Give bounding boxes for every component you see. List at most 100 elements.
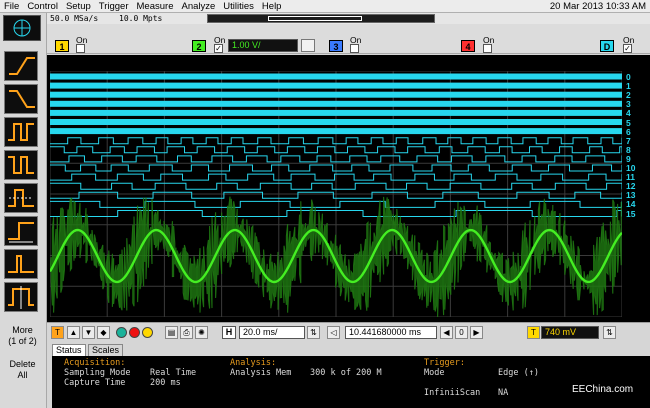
acquisition-heading: Acquisition: <box>64 358 126 368</box>
edge-falling-icon <box>9 90 35 108</box>
channel-2-offset-button[interactable] <box>301 39 315 52</box>
save-icon[interactable]: ▤ <box>165 326 178 339</box>
acquisition-header: 50.0 MSa/s 10.0 Mpts <box>47 13 650 24</box>
digital-label-15: 15 <box>626 208 636 219</box>
channel-1-checkbox[interactable] <box>76 44 85 53</box>
trigger-level-stepper[interactable]: ⇅ <box>603 326 616 339</box>
menu-control[interactable]: Control <box>23 0 62 13</box>
status-panel: Acquisition: Sampling Mode Real Time Cap… <box>52 356 650 408</box>
waveform-display[interactable]: 0 1 2 3 4 5 6 7 8 9 10 11 12 13 14 15 <box>47 55 650 322</box>
digital-channels-button[interactable]: D <box>600 40 614 52</box>
menu-utilities[interactable]: Utilities <box>219 0 258 13</box>
sample-rate: 50.0 MSa/s <box>50 14 99 23</box>
channel-4-button[interactable]: 4 <box>461 40 475 52</box>
horizontal-label[interactable]: H <box>222 326 236 339</box>
menu-bar: File Control Setup Trigger Measure Analy… <box>0 0 650 13</box>
channel-1-button[interactable]: 1 <box>55 40 69 52</box>
memory-overview-bar[interactable] <box>207 14 435 23</box>
sampling-mode-label: Sampling Mode <box>64 368 131 378</box>
infiniiscan-value: NA <box>498 388 509 398</box>
pulse-positive-icon <box>8 123 34 141</box>
analysis-mem-value: 300 k of 200 M <box>310 368 382 378</box>
sampling-mode-value: Real Time <box>150 368 197 378</box>
trigger-marker-icon[interactable]: T <box>51 326 64 339</box>
timeout-trigger-button[interactable] <box>4 216 38 246</box>
menu-file[interactable]: File <box>0 0 23 13</box>
digital-checkbox[interactable]: ✓ <box>623 44 632 53</box>
digital-trace-6 <box>50 128 622 135</box>
trigger-level-field[interactable]: 740 mV <box>541 326 599 339</box>
channel-4-checkbox[interactable] <box>483 44 492 53</box>
print-icon[interactable]: ⎙ <box>180 326 193 339</box>
single-button[interactable] <box>142 327 153 338</box>
channel-2-scale[interactable]: 1.00 V/ <box>228 39 298 52</box>
channel-bar: 1 On 2 On ✓ 1.00 V/ 3 On 4 On D On ✓ <box>47 24 650 54</box>
bottom-control-bar: T ▲ ▼ ◆ ▤ ⎙ ✺ H 20.0 ms/ ⇅ ◁ 10.44168000… <box>47 322 650 341</box>
channel-2-button[interactable]: 2 <box>192 40 206 52</box>
stop-button[interactable] <box>129 327 140 338</box>
capture-time-label: Capture Time <box>64 378 126 388</box>
trigger-heading: Trigger: <box>424 358 465 368</box>
scope-logo-icon <box>13 19 31 37</box>
infiniiscan-label: InfiniiScan <box>424 388 481 398</box>
digital-trace-0 <box>50 73 622 80</box>
timebase-field[interactable]: 20.0 ms/ <box>239 326 305 339</box>
setup-hold-trigger-button[interactable] <box>4 282 38 312</box>
edge-rising-trigger-button[interactable] <box>4 51 38 81</box>
autoscale-icon[interactable]: ✺ <box>195 326 208 339</box>
delete-all-label: All <box>17 370 28 380</box>
left-toolbar: More (1 of 2) Delete All <box>0 13 47 408</box>
digital-trace-5 <box>50 119 622 125</box>
runt-icon <box>8 189 34 207</box>
watermark: EEChina.com <box>572 384 634 395</box>
pulse-negative-icon <box>8 156 34 174</box>
menu-analyze[interactable]: Analyze <box>177 0 219 13</box>
menu-setup[interactable]: Setup <box>62 0 95 13</box>
zoom-up-button[interactable]: ▲ <box>67 326 80 339</box>
waveform-grid <box>50 71 622 317</box>
tab-status[interactable]: Status <box>52 344 86 356</box>
scroll-button[interactable]: ◆ <box>97 326 110 339</box>
scope-logo-button[interactable] <box>3 15 41 41</box>
capture-time-value: 200 ms <box>150 378 181 388</box>
date-time: 20 Mar 2013 10:33 AM <box>549 1 646 12</box>
run-button[interactable] <box>116 327 127 338</box>
more-label: More <box>12 325 33 335</box>
trigger-mode-label: Mode <box>424 368 445 378</box>
timebase-stepper[interactable]: ⇅ <box>307 326 320 339</box>
setup-hold-icon <box>8 286 34 309</box>
delay-icon[interactable]: ◁ <box>327 326 340 339</box>
runt-trigger-button[interactable] <box>4 183 38 213</box>
menu-trigger[interactable]: Trigger <box>95 0 133 13</box>
digital-trace-1 <box>50 82 622 89</box>
tab-scales[interactable]: Scales <box>88 344 124 356</box>
delete-label: Delete <box>9 359 36 369</box>
zoom-down-button[interactable]: ▼ <box>82 326 95 339</box>
timeout-icon <box>8 222 34 243</box>
delay-left-button[interactable]: ◀ <box>440 326 453 339</box>
digital-trace-2 <box>50 91 622 98</box>
digital-trace-3 <box>50 100 622 107</box>
delay-zero-button[interactable]: 0 <box>455 326 468 339</box>
edge-falling-trigger-button[interactable] <box>4 84 38 114</box>
more-button[interactable]: More (1 of 2) <box>2 325 43 347</box>
channel-2-checkbox[interactable]: ✓ <box>214 44 223 53</box>
pulse-negative-trigger-button[interactable] <box>4 150 38 180</box>
menu-help[interactable]: Help <box>258 0 286 13</box>
delay-field[interactable]: 10.441680000 ms <box>345 326 437 339</box>
memory-depth: 10.0 Mpts <box>119 14 163 23</box>
channel-3-checkbox[interactable] <box>350 44 359 53</box>
analysis-mem-label: Analysis Mem <box>230 368 292 378</box>
delete-all-button[interactable]: Delete All <box>2 359 43 381</box>
channel-3-button[interactable]: 3 <box>329 40 343 52</box>
trigger-mode-value: Edge (↑) <box>498 368 539 378</box>
digital-trace-4 <box>50 109 622 116</box>
menu-measure[interactable]: Measure <box>133 0 178 13</box>
pulse-positive-trigger-button[interactable] <box>4 117 38 147</box>
delay-right-button[interactable]: ▶ <box>470 326 483 339</box>
glitch-trigger-button[interactable] <box>4 249 38 279</box>
more-page: (1 of 2) <box>8 336 37 346</box>
trigger-level-icon: T <box>527 326 540 339</box>
glitch-icon <box>8 255 34 273</box>
memory-view-window[interactable] <box>268 16 362 21</box>
